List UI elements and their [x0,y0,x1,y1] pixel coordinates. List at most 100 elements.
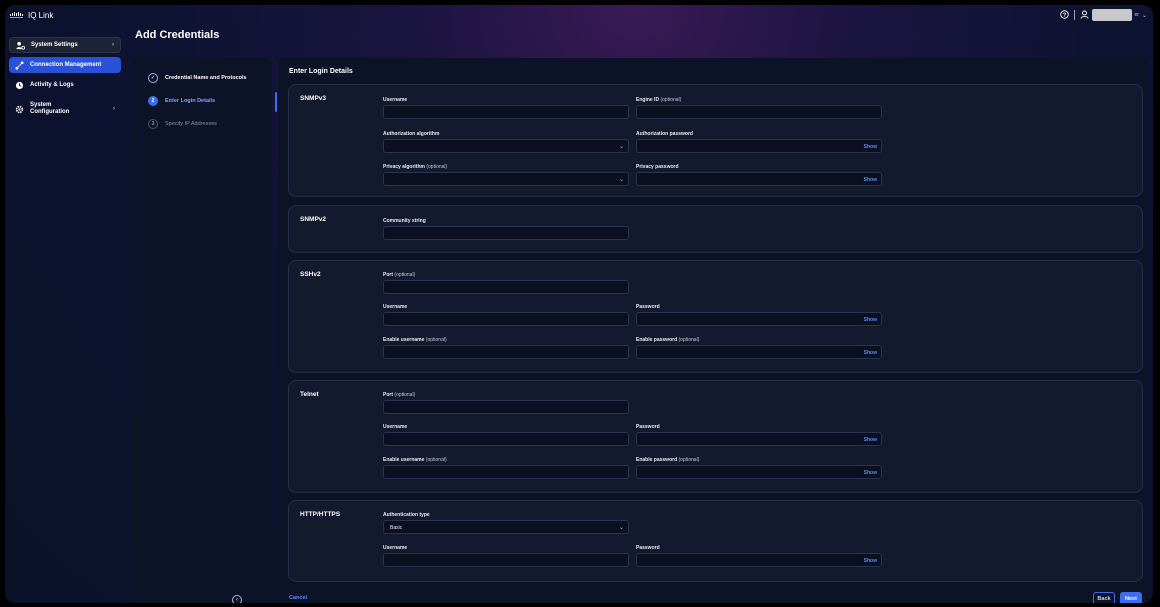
field-label-text: Port [383,392,393,398]
optional-label: (optional) [660,97,682,103]
next-button[interactable]: Next [1120,592,1142,603]
http-auth-type-select[interactable]: Basic ⌄ [383,520,629,534]
app-logo[interactable]: IQ Link [10,11,53,20]
snmpv3-privacy-algorithm-select[interactable]: ⌄ [383,172,629,186]
chevron-down-icon: ⌄ [1141,12,1147,19]
http-card: HTTP/HTTPS Authentication type Basic ⌄ U… [288,500,1143,582]
chevron-down-icon: ⌄ [618,144,624,150]
optional-label: (optional) [425,457,447,463]
field-label: Username [383,97,408,103]
sshv2-enable-password-input[interactable]: Show [636,345,882,359]
telnet-enable-password-input[interactable]: Show [636,465,882,479]
sidebar-item-label: System Settings [31,42,78,48]
top-bar: IQ Link ? er ⌄ [5,5,1153,25]
header-divider [1073,10,1075,20]
show-password-button[interactable]: Show [864,317,877,323]
field-label-text: Enable password [636,337,678,343]
step-label: Credential Name and Protocols [165,75,247,81]
sidebar-item-label: Activity & Logs [30,82,74,88]
sshv2-password-input[interactable]: Show [636,312,882,326]
field-label: Enable username (optional) [383,457,447,463]
step-number: 3 [148,119,158,129]
sidebar-item-system-configuration[interactable]: System Configuration › [9,97,121,121]
sshv2-port-input[interactable] [383,280,629,294]
card-title: SNMPv2 [300,216,327,223]
cancel-button[interactable]: Cancel [289,595,307,601]
field-label: Enable password (optional) [636,457,699,463]
sshv2-username-input[interactable] [383,312,629,326]
user-name-suffix: er [1134,12,1139,18]
field-label: Password [636,424,660,430]
snmpv3-engine-id-input[interactable] [636,105,882,119]
app-title: IQ Link [28,10,54,20]
optional-label: (optional) [394,392,416,398]
step-specify-ip[interactable]: 3 Specify IP Addresses [148,119,217,129]
show-password-button[interactable]: Show [864,177,877,183]
step-enter-login-details[interactable]: 2 Enter Login Details [148,96,215,106]
section-heading: Enter Login Details [289,68,353,75]
field-label-text: Enable username [383,337,425,343]
connection-icon [15,60,24,70]
back-button[interactable]: Back [1093,592,1115,603]
telnet-username-input[interactable] [383,432,629,446]
user-menu[interactable]: er ⌄ [1079,9,1147,21]
step-label: Enter Login Details [165,98,216,104]
telnet-enable-username-input[interactable] [383,465,629,479]
page-title: Add Credentials [135,29,220,41]
system-settings-icon [16,41,25,50]
show-password-button[interactable]: Show [864,437,877,443]
field-label-text: Enable password [636,457,678,463]
chevron-right-icon: › [112,42,114,48]
chevron-right-icon: › [113,106,115,112]
top-right-controls: ? er ⌄ [1059,9,1147,21]
card-title: SNMPv3 [300,95,327,102]
telnet-password-input[interactable]: Show [636,432,882,446]
snmpv3-auth-password-input[interactable]: Show [636,139,882,153]
field-label-text: Privacy algorithm [383,164,425,170]
show-password-button[interactable]: Show [864,470,877,476]
field-label: Authorization algorithm [383,131,440,137]
activity-icon [15,81,24,90]
collapse-panel-button[interactable]: ‹ [232,595,242,603]
field-label: Community string [383,218,426,224]
snmpv3-privacy-password-input[interactable]: Show [636,172,882,186]
help-icon[interactable]: ? [1059,9,1069,21]
field-label: Password [636,304,660,310]
field-label: Privacy algorithm (optional) [383,164,447,170]
step-label: Specify IP Addresses [165,121,217,127]
show-password-button[interactable]: Show [864,558,877,564]
field-label-text: Enable username [383,457,425,463]
step-credential-name[interactable]: ✓ Credential Name and Protocols [148,73,247,83]
cisco-logo-icon [10,11,24,19]
snmpv3-username-input[interactable] [383,105,629,119]
chevron-left-icon: ‹ [236,597,238,603]
sidebar-item-label: System Configuration [30,102,70,115]
show-password-button[interactable]: Show [864,350,877,356]
field-label: Password [636,545,660,551]
sidebar-item-system-settings[interactable]: System Settings › [9,37,121,53]
field-label: Enable username (optional) [383,337,447,343]
optional-label: (optional) [425,337,447,343]
user-icon [1079,10,1089,21]
field-label: Username [383,424,408,430]
show-password-button[interactable]: Show [864,144,877,150]
snmpv3-auth-algorithm-select[interactable]: ⌄ [383,139,629,153]
card-title: Telnet [300,391,319,398]
sidebar: System Settings › Connection Management … [9,37,121,125]
card-title: HTTP/HTTPS [300,511,341,518]
http-password-input[interactable]: Show [636,553,882,567]
main-panel: Enter Login Details SNMPv3 Username Engi… [278,58,1148,603]
http-username-input[interactable] [383,553,629,567]
select-value: Basic [390,524,403,531]
optional-label: (optional) [678,337,700,343]
telnet-port-input[interactable] [383,400,629,414]
current-step-indicator [275,92,277,112]
sidebar-item-activity-logs[interactable]: Activity & Logs [9,77,121,93]
field-label: Username [383,304,408,310]
snmpv2-community-input[interactable] [383,226,629,240]
sshv2-enable-username-input[interactable] [383,345,629,359]
chevron-down-icon: ⌄ [618,177,624,183]
optional-label: (optional) [426,164,448,170]
field-label: Privacy password [636,164,679,170]
sidebar-item-connection-management[interactable]: Connection Management [9,57,121,73]
